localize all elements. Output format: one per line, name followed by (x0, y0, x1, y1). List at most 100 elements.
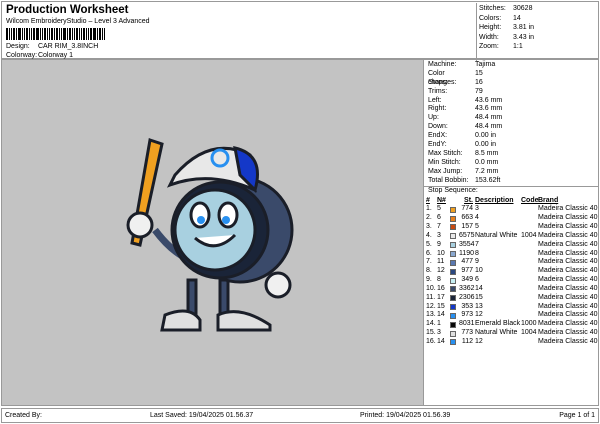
stat-value: 1:1 (513, 43, 523, 51)
needle-number: 17 (437, 293, 445, 301)
color-swatch-icon (450, 215, 456, 222)
machine-properties: Machine: Tajima Color changes: 15 Stops: 16 Tr… (424, 60, 598, 185)
stat-value: 3.81 in (513, 24, 535, 32)
stop-index: 7. (426, 258, 432, 266)
property-value: 79 (475, 87, 483, 95)
colorway-label: Colorway: (6, 52, 38, 59)
stop-index: 16. (426, 338, 436, 346)
property-row: Min Stitch: 0.0 mm (424, 159, 598, 168)
thread-description: 12 (475, 338, 483, 346)
stop-row[interactable]: 14. 1 8031 Emerald Black 1000 Madeira Classic… (424, 320, 598, 329)
stitch-count: 1190 (459, 249, 475, 257)
stitch-count: 8031 (459, 320, 475, 328)
colorway-name: Colorway 1 (37, 52, 73, 59)
property-label: Stops: (428, 78, 448, 86)
property-row: Stops: 16 (424, 79, 598, 88)
stop-row[interactable]: 11. 17 2306 15 Madeira Classic 40 (424, 294, 598, 303)
stop-index: 9. (426, 276, 432, 284)
col-stitches: St. (464, 197, 473, 205)
thread-brand: Madeira Classic 40 (538, 214, 598, 222)
stop-row[interactable]: 12. 15 353 13 Madeira Classic 40 (424, 303, 598, 312)
property-value: 0.00 in (475, 132, 497, 140)
stop-row[interactable]: 13. 14 973 12 Madeira Classic 40 (424, 311, 598, 320)
property-label: Down: (428, 123, 448, 131)
stop-index: 4. (426, 231, 432, 239)
color-swatch-icon (450, 206, 456, 213)
stat-row: Stitches: 30628 (479, 5, 600, 15)
stitch-count: 112 (461, 338, 473, 346)
stop-row[interactable]: 4. 3 6575 Natural White 1004 Madeira Classic … (424, 232, 598, 241)
stop-row[interactable]: 16. 14 112 12 Madeira Classic 40 (424, 338, 598, 347)
thread-brand: Madeira Classic 40 (538, 240, 598, 248)
stop-row[interactable]: 6. 10 1190 8 Madeira Classic 40 (424, 250, 598, 259)
color-swatch-icon (450, 304, 456, 311)
thread-description: 9 (475, 258, 479, 266)
color-swatch-icon (450, 321, 456, 328)
stop-index: 10. (426, 284, 436, 292)
property-row: Color changes: 15 (424, 69, 598, 86)
stat-label: Colors: (479, 14, 502, 22)
thread-brand: Madeira Classic 40 (538, 267, 598, 275)
barcode (6, 28, 112, 40)
col-brand: Brand (538, 197, 559, 205)
property-value: 0.0 mm (475, 158, 499, 166)
stat-row: Width: 3.43 in (479, 34, 600, 44)
thread-brand: Madeira Classic 40 (538, 311, 598, 319)
thread-code: 1004 (521, 329, 537, 337)
stop-row[interactable]: 8. 12 977 10 Madeira Classic 40 (424, 267, 598, 276)
thread-description: 13 (475, 302, 483, 310)
needle-number: 16 (437, 284, 445, 292)
color-swatch-icon (450, 242, 456, 249)
thread-code (521, 250, 537, 259)
property-value: 43.6 mm (475, 105, 503, 113)
thread-description: 6 (475, 276, 479, 284)
thread-description: Natural White (475, 329, 518, 337)
property-value: 43.6 mm (475, 96, 503, 104)
color-swatch-icon (450, 277, 456, 284)
thread-brand: Madeira Classic 40 (538, 284, 598, 292)
colorway-row: Colorway: Colorway 1 (6, 52, 73, 59)
needle-number: 8 (437, 276, 441, 284)
property-value: 15 (475, 69, 483, 77)
stat-value: 14 (513, 14, 521, 22)
stop-index: 14. (426, 320, 436, 328)
thread-description: 3 (475, 205, 479, 213)
needle-number: 3 (437, 231, 441, 239)
design-row: Design: CAR RIM_3.8INCH (6, 43, 98, 50)
stitch-count: 977 (461, 267, 473, 275)
stat-label: Height: (479, 24, 502, 32)
thread-code (521, 258, 537, 267)
stitch-count: 663 (461, 214, 473, 222)
stop-row[interactable]: 3. 7 157 5 Madeira Classic 40 (424, 223, 598, 232)
stop-row[interactable]: 7. 11 477 9 Madeira Classic 40 (424, 258, 598, 267)
property-row: Up: 48.4 mm (424, 114, 598, 123)
stitch-count: 157 (461, 223, 473, 231)
thread-brand: Madeira Classic 40 (538, 338, 598, 346)
stop-row[interactable]: 5. 9 3554 7 Madeira Classic 40 (424, 241, 598, 250)
property-value: 48.4 mm (475, 123, 503, 131)
needle-number: 9 (437, 240, 441, 248)
stop-row[interactable]: 1. 5 774 3 Madeira Classic 40 (424, 205, 598, 214)
property-value: 48.4 mm (475, 114, 503, 122)
needle-number: 5 (437, 205, 441, 213)
property-value: 0.00 in (475, 141, 497, 149)
color-swatch-icon (450, 286, 456, 293)
thread-brand: Madeira Classic 40 (538, 205, 598, 213)
stop-row[interactable]: 15. 3 773 Natural White 1004 Madeira Classic … (424, 329, 598, 338)
stitch-count: 353 (461, 302, 473, 310)
property-label: Right: (428, 105, 447, 113)
stop-row[interactable]: 2. 6 663 4 Madeira Classic 40 (424, 214, 598, 223)
stop-index: 12. (426, 302, 436, 310)
software-name: Wilcom EmbroideryStudio – Level 3 Advanc… (6, 18, 150, 25)
property-row: Right: 43.6 mm (424, 105, 598, 114)
stop-row[interactable]: 9. 8 349 6 Madeira Classic 40 (424, 276, 598, 285)
thread-brand: Madeira Classic 40 (538, 293, 598, 301)
property-value: 8.5 mm (475, 149, 499, 157)
col-needle: N# (437, 197, 446, 205)
color-swatch-icon (450, 312, 456, 319)
needle-number: 11 (437, 258, 445, 266)
thread-code (521, 205, 537, 214)
stop-row[interactable]: 10. 16 3362 14 Madeira Classic 40 (424, 285, 598, 294)
stop-index: 11. (426, 293, 436, 301)
thread-code (521, 214, 537, 223)
